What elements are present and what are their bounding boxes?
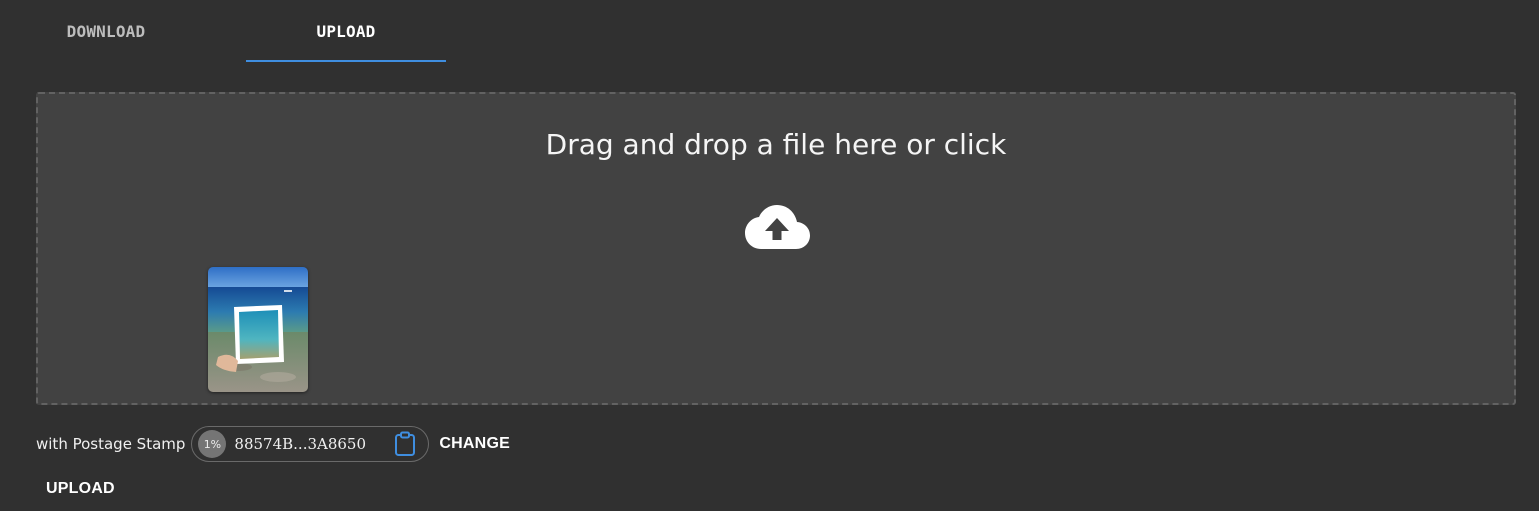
tab-download[interactable]: DOWNLOAD [0,0,212,62]
image-thumbnail [208,267,308,392]
upload-button[interactable]: UPLOAD [46,480,115,498]
beach-photo [208,267,308,392]
stamp-id: 88574B...3A8650 [234,435,367,453]
dropzone-title: Drag and drop a file here or click [545,128,1007,161]
stamp-usage-badge: 1% [198,430,227,458]
tab-upload-label: UPLOAD [316,21,376,41]
change-stamp-button[interactable]: CHANGE [439,435,510,453]
postage-stamp-chip: 1% 88574B...3A8650 [191,426,430,462]
tab-download-label: DOWNLOAD [66,21,146,41]
postage-stamp-label: with Postage Stamp [36,435,186,453]
clipboard-icon[interactable] [394,431,416,457]
active-tab-indicator [246,60,446,62]
cloud-upload-icon [745,205,810,249]
file-dropzone[interactable]: Drag and drop a file here or click [36,92,1516,405]
tab-upload[interactable]: UPLOAD [246,0,446,62]
postage-stamp-row: with Postage Stamp 1% 88574B...3A8650 CH… [36,424,510,464]
tab-bar: DOWNLOAD UPLOAD [0,0,1539,62]
